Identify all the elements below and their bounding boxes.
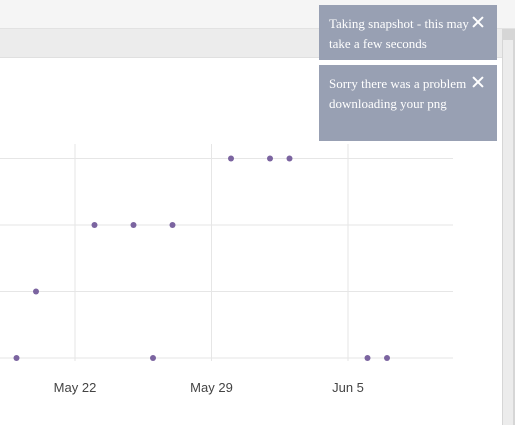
data-point[interactable]	[13, 355, 20, 361]
data-point[interactable]	[228, 155, 234, 162]
tick-labels: May 22 May 29 Jun 5	[54, 380, 364, 395]
grid-layer	[0, 144, 453, 361]
data-point[interactable]	[286, 155, 293, 162]
snapshot-notification: Taking snapshot - this may take a few se…	[319, 5, 497, 60]
points-layer	[13, 155, 390, 361]
data-point[interactable]	[364, 355, 371, 361]
notification-message: Taking snapshot - this may take a few se…	[329, 16, 469, 51]
data-point[interactable]	[130, 222, 137, 228]
data-point[interactable]	[33, 288, 39, 295]
data-point[interactable]	[384, 355, 390, 361]
scrollbar-thumb[interactable]	[503, 40, 513, 425]
data-point[interactable]	[91, 222, 98, 228]
x-tick-label: Jun 5	[332, 380, 364, 395]
error-notification: Sorry there was a problem downloading yo…	[319, 65, 497, 141]
close-icon[interactable]	[471, 75, 485, 89]
close-icon[interactable]	[471, 15, 485, 29]
x-tick-label: May 22	[54, 380, 97, 395]
notification-message: Sorry there was a problem downloading yo…	[329, 76, 467, 111]
data-point[interactable]	[150, 355, 156, 361]
data-point[interactable]	[169, 222, 176, 228]
x-tick-label: May 29	[190, 380, 233, 395]
data-point[interactable]	[267, 155, 273, 162]
